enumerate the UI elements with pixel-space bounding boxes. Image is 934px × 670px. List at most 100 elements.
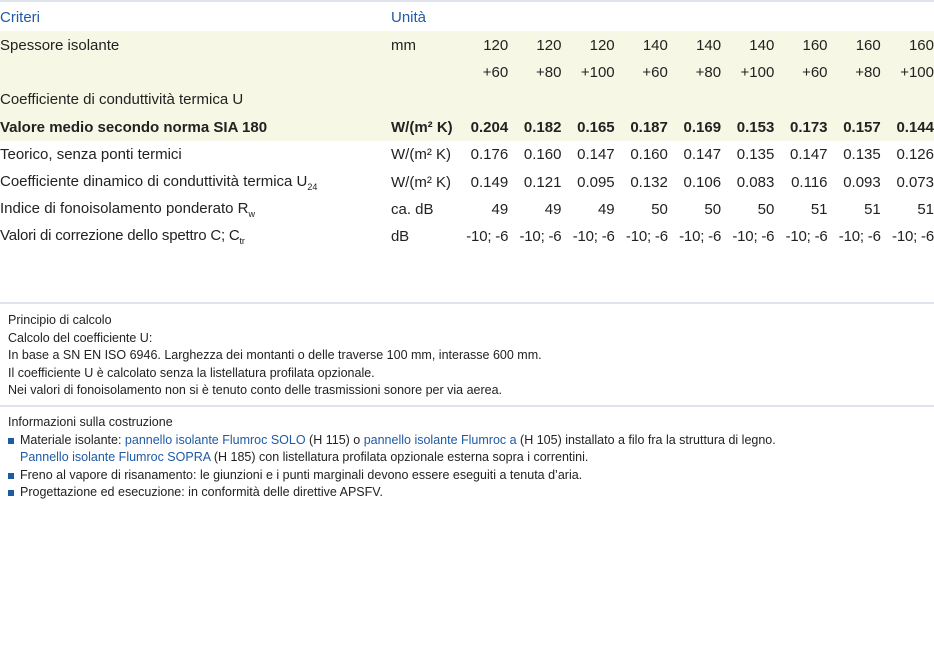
spessore-bottom: +60	[774, 58, 828, 87]
spessore-bottom: +80	[508, 58, 562, 87]
table-row: Teorico, senza ponti termici W/(m² K) 0.…	[0, 141, 934, 168]
cell: 50	[651, 200, 668, 218]
spessore-top: 120	[561, 31, 615, 59]
spessore-top: 120	[508, 31, 562, 59]
cell: 0.144	[880, 113, 934, 141]
cell: 0.169	[667, 113, 722, 141]
table-header-row: Criteri Unità	[0, 4, 934, 31]
cell: 50	[757, 200, 775, 218]
calcolo-line: In base a SN EN ISO 6946. Larghezza dei …	[8, 348, 542, 362]
product-link[interactable]: pannello isolante Flumroc SOLO	[125, 433, 306, 447]
bullet-square-icon	[8, 490, 14, 496]
cell: 0.095	[577, 173, 615, 191]
cell: 49	[544, 200, 562, 218]
list-item: Progettazione ed esecuzione: in conformi…	[8, 484, 928, 502]
cell: 0.147	[789, 146, 828, 164]
product-link[interactable]: Pannello isolante Flumroc SOPRA	[20, 450, 210, 464]
row-label: Coefficiente dinamico di conduttività te…	[0, 172, 318, 192]
cell: -10; -6	[625, 228, 668, 246]
cell: -10; -6	[572, 228, 615, 246]
cell: 0.173	[774, 113, 828, 141]
product-link[interactable]: pannello isolante Flumroc a	[364, 433, 517, 447]
row-label: Indice di fonoisolamento ponderato Rw	[0, 199, 255, 219]
cell: 0.157	[827, 113, 881, 141]
cell: 0.126	[896, 146, 934, 164]
cell: 0.116	[791, 173, 828, 191]
section-divider	[0, 302, 934, 304]
cell: 0.187	[614, 113, 668, 141]
bullet-square-icon	[8, 437, 14, 444]
spessore-unit: mm	[391, 31, 455, 59]
cell: 0.147	[683, 146, 722, 164]
cell: 51	[864, 200, 881, 218]
cell: -10; -6	[679, 228, 722, 246]
spessore-row: Spessore isolante mm 120 120 120 140 140…	[0, 31, 934, 59]
spessore-bottom: +100	[721, 58, 775, 87]
cell: 0.121	[523, 173, 562, 191]
cell: 0.093	[843, 173, 881, 191]
spessore-top: 140	[614, 31, 668, 59]
cell: 0.135	[736, 146, 775, 164]
cell: 51	[810, 200, 828, 218]
cell: 0.165	[561, 113, 615, 141]
calcolo-section: Principio di calcolo Calcolo del coeffic…	[8, 312, 928, 400]
spessore-top: 140	[721, 31, 775, 59]
calcolo-title: Principio di calcolo	[8, 313, 112, 327]
header-criteri: Criteri	[0, 9, 40, 27]
row-unit: ca. dB	[391, 200, 434, 218]
section-divider	[0, 405, 934, 407]
cell: 0.106	[683, 173, 722, 191]
table-row: Coefficiente dinamico di conduttività te…	[0, 168, 934, 195]
table-row: Indice di fonoisolamento ponderato Rw ca…	[0, 196, 934, 223]
spessore-bottom: +100	[561, 58, 615, 87]
row-label-sub: tr	[239, 236, 245, 247]
row-label: Teorico, senza ponti termici	[0, 146, 182, 164]
row-unit: dB	[391, 228, 409, 246]
cell: 0.204	[455, 113, 509, 141]
cell: 0.083	[736, 173, 775, 191]
spessore-bottom: +60	[455, 58, 509, 87]
cell: -10; -6	[892, 228, 934, 246]
cell: 0.147	[577, 146, 615, 164]
cell: 0.073	[896, 173, 934, 191]
header-unita: Unità	[391, 9, 427, 27]
cell: 51	[917, 200, 934, 218]
row-unit: W/(m² K)	[391, 113, 455, 141]
calcolo-line: Il coefficiente U è calcolato senza la l…	[8, 365, 375, 380]
cell: 0.160	[630, 146, 668, 164]
cell: 0.176	[470, 146, 509, 164]
cell: 0.182	[508, 113, 562, 141]
cell: 0.160	[523, 146, 562, 164]
spessore-bottom: +60	[614, 58, 668, 87]
cell: 0.149	[470, 173, 509, 191]
spessore-bottom: +80	[667, 58, 722, 87]
row-label: Valore medio secondo norma SIA 180	[0, 113, 391, 141]
costruzione-section: Informazioni sulla costruzione Materiale…	[8, 414, 928, 502]
coeff-title: Coefficiente di conduttività termica U	[0, 86, 934, 114]
spec-table: Criteri Unità Spessore isolante mm 120 1…	[0, 4, 934, 251]
cell: 0.135	[843, 146, 881, 164]
spessore-top: 140	[667, 31, 722, 59]
cell: -10; -6	[466, 228, 509, 246]
coeff-title-row: Coefficiente di conduttività termica U	[0, 86, 934, 114]
row-label: Valori di correzione dello spettro C; Ct…	[0, 227, 245, 247]
spessore-top: 160	[774, 31, 828, 59]
cell: 0.132	[630, 173, 668, 191]
spessore-label: Spessore isolante	[0, 31, 391, 59]
cell: 49	[597, 200, 615, 218]
list-item: Materiale isolante: pannello isolante Fl…	[8, 432, 928, 467]
cell: 49	[491, 200, 509, 218]
row-unit: W/(m² K)	[391, 173, 451, 191]
cell: -10; -6	[732, 228, 775, 246]
spessore-top: 160	[880, 31, 934, 59]
spessore-bottom: +100	[880, 58, 934, 87]
spessore-top: 160	[827, 31, 881, 59]
spessore-row-2: +60 +80 +100 +60 +80 +100 +60 +80 +100	[0, 58, 934, 87]
spessore-bottom: +80	[827, 58, 881, 87]
bullet-square-icon	[8, 472, 14, 479]
calcolo-line: Calcolo del coefficiente U:	[8, 330, 153, 345]
calcolo-line: Nei valori di fonoisolamento non si è te…	[8, 383, 503, 397]
cell: -10; -6	[519, 228, 562, 246]
cell: 50	[704, 200, 722, 218]
table-row: Valore medio secondo norma SIA 180 W/(m²…	[0, 113, 934, 141]
